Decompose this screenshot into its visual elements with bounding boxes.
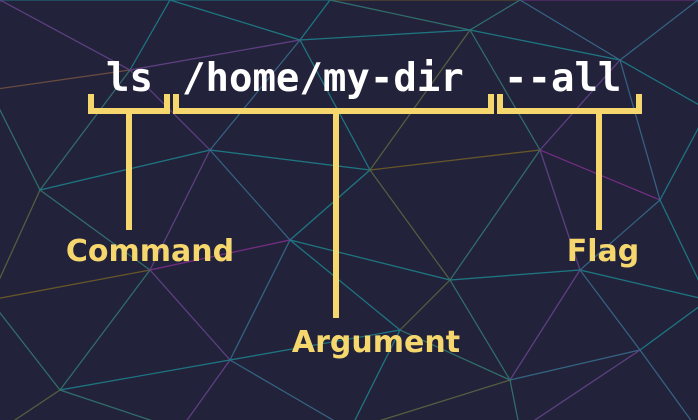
argument-bracket — [173, 94, 494, 318]
argument-label: Argument — [292, 325, 460, 360]
flag-token: --all — [504, 56, 621, 101]
argument-token: /home/my-dir — [182, 56, 464, 101]
annotation-layer: ls /home/my-dir --all Command Argument F… — [66, 56, 642, 360]
command-token: ls — [106, 56, 153, 101]
command-label: Command — [66, 234, 234, 269]
command-bracket — [88, 94, 170, 230]
diagram-canvas: ls /home/my-dir --all Command Argument F… — [0, 0, 698, 420]
flag-label: Flag — [567, 234, 640, 269]
flag-bracket — [497, 94, 642, 230]
